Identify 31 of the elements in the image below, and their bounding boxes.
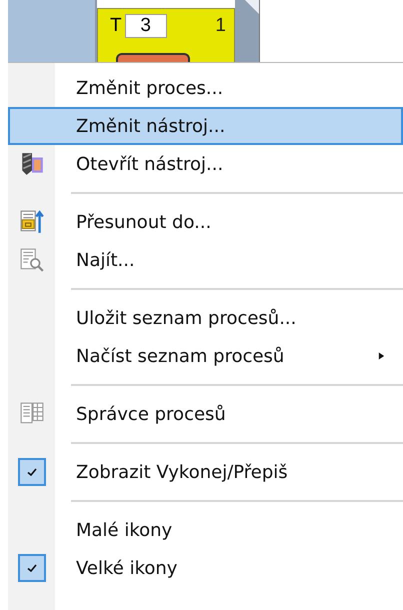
menu-item[interactable]: Správce procesů: [8, 395, 403, 433]
menu-item-label: Změnit proces...: [76, 78, 224, 98]
card-value-field: 3: [124, 14, 167, 38]
menu-item[interactable]: Otevřít nástroj...: [8, 145, 403, 183]
menu-item-label: Najít...: [76, 250, 135, 270]
list-arrow-up-icon: [18, 209, 44, 235]
menu-item[interactable]: Načíst seznam procesů: [8, 337, 403, 375]
menu-item-label: Zobrazit Vykonej/Přepiš: [76, 462, 288, 482]
menu-item-label: Správce procesů: [76, 404, 226, 424]
menu-item[interactable]: Velké ikony: [8, 549, 403, 587]
submenu-arrow-icon: [378, 351, 385, 361]
menu-item[interactable]: Změnit nástroj...: [8, 107, 403, 145]
menu-item-label: Přesunout do...: [76, 212, 212, 232]
menu-item-label: Malé ikony: [76, 520, 172, 540]
menu-item-label: Změnit nástroj...: [76, 116, 226, 136]
menu-item[interactable]: Přesunout do...: [8, 203, 403, 241]
menu-item[interactable]: Najít...: [8, 241, 403, 279]
menu-item[interactable]: Uložit seznam procesů...: [8, 299, 403, 337]
menu-item[interactable]: Zobrazit Vykonej/Přepiš: [8, 453, 403, 491]
menu-item-label: Uložit seznam procesů...: [76, 308, 296, 328]
check-icon: [18, 458, 46, 486]
menu-item-label: Velké ikony: [76, 558, 178, 578]
menu-item-label: Otevřít nástroj...: [76, 154, 224, 174]
card-number: 1: [215, 15, 226, 37]
check-icon: [18, 554, 46, 582]
list-search-icon: [18, 247, 44, 273]
corner-fold-icon: [245, 0, 259, 14]
menu-item[interactable]: Malé ikony: [8, 511, 403, 549]
menu-item[interactable]: Změnit proces...: [8, 69, 403, 107]
card-label: T: [110, 15, 122, 37]
menu-item-label: Načíst seznam procesů: [76, 346, 284, 366]
